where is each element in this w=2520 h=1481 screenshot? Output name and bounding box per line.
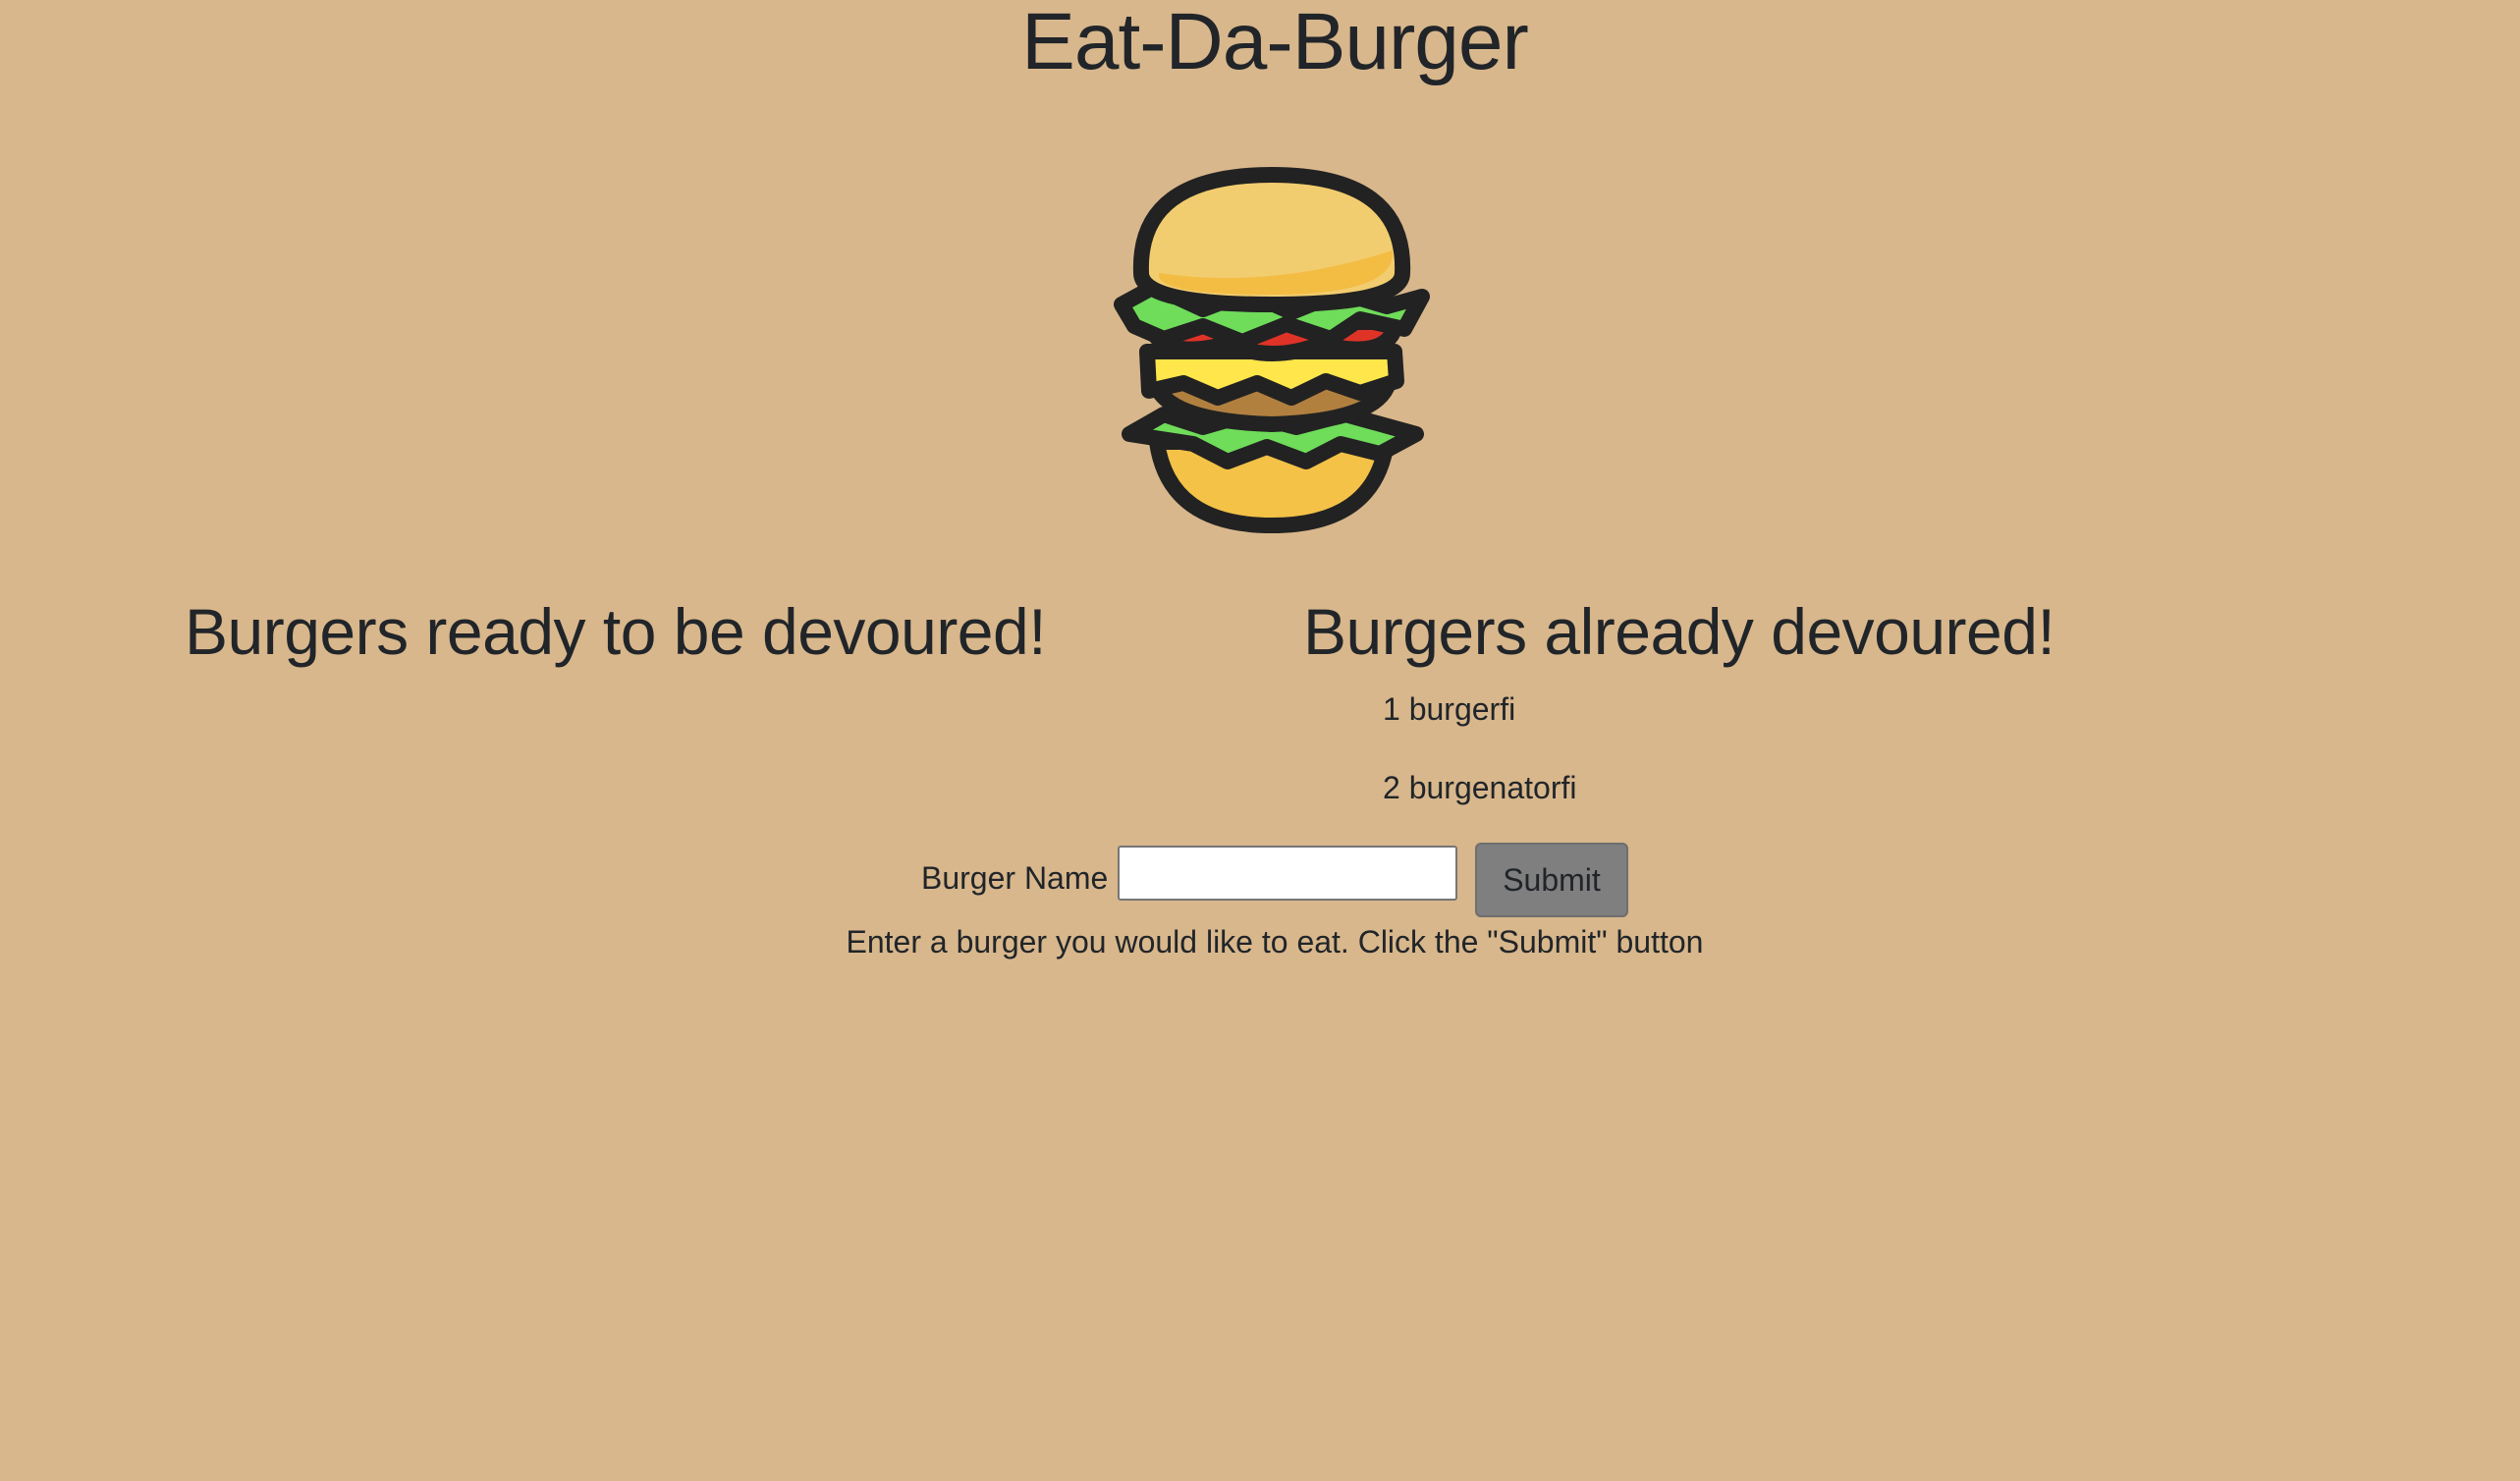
devoured-burger-item: 2 burgenatorfi bbox=[1383, 770, 1577, 805]
burger-icon bbox=[1114, 167, 1430, 533]
page-title: Eat-Da-Burger bbox=[1021, 0, 1529, 86]
ready-burgers-heading: Burgers ready to be devoured! bbox=[185, 595, 1047, 668]
help-text: Enter a burger you would like to eat. Cl… bbox=[846, 924, 1704, 960]
devoured-burgers-heading: Burgers already devoured! bbox=[1303, 595, 2055, 668]
submit-button[interactable]: Submit bbox=[1475, 843, 1628, 917]
burger-name-label: Burger Name bbox=[921, 860, 1109, 896]
devoured-burger-item: 1 burgerfi bbox=[1383, 691, 1516, 727]
devoured-burgers-list: 1 burgerfi 2 burgenatorfi bbox=[1383, 687, 1576, 845]
burger-name-input[interactable] bbox=[1118, 846, 1457, 901]
